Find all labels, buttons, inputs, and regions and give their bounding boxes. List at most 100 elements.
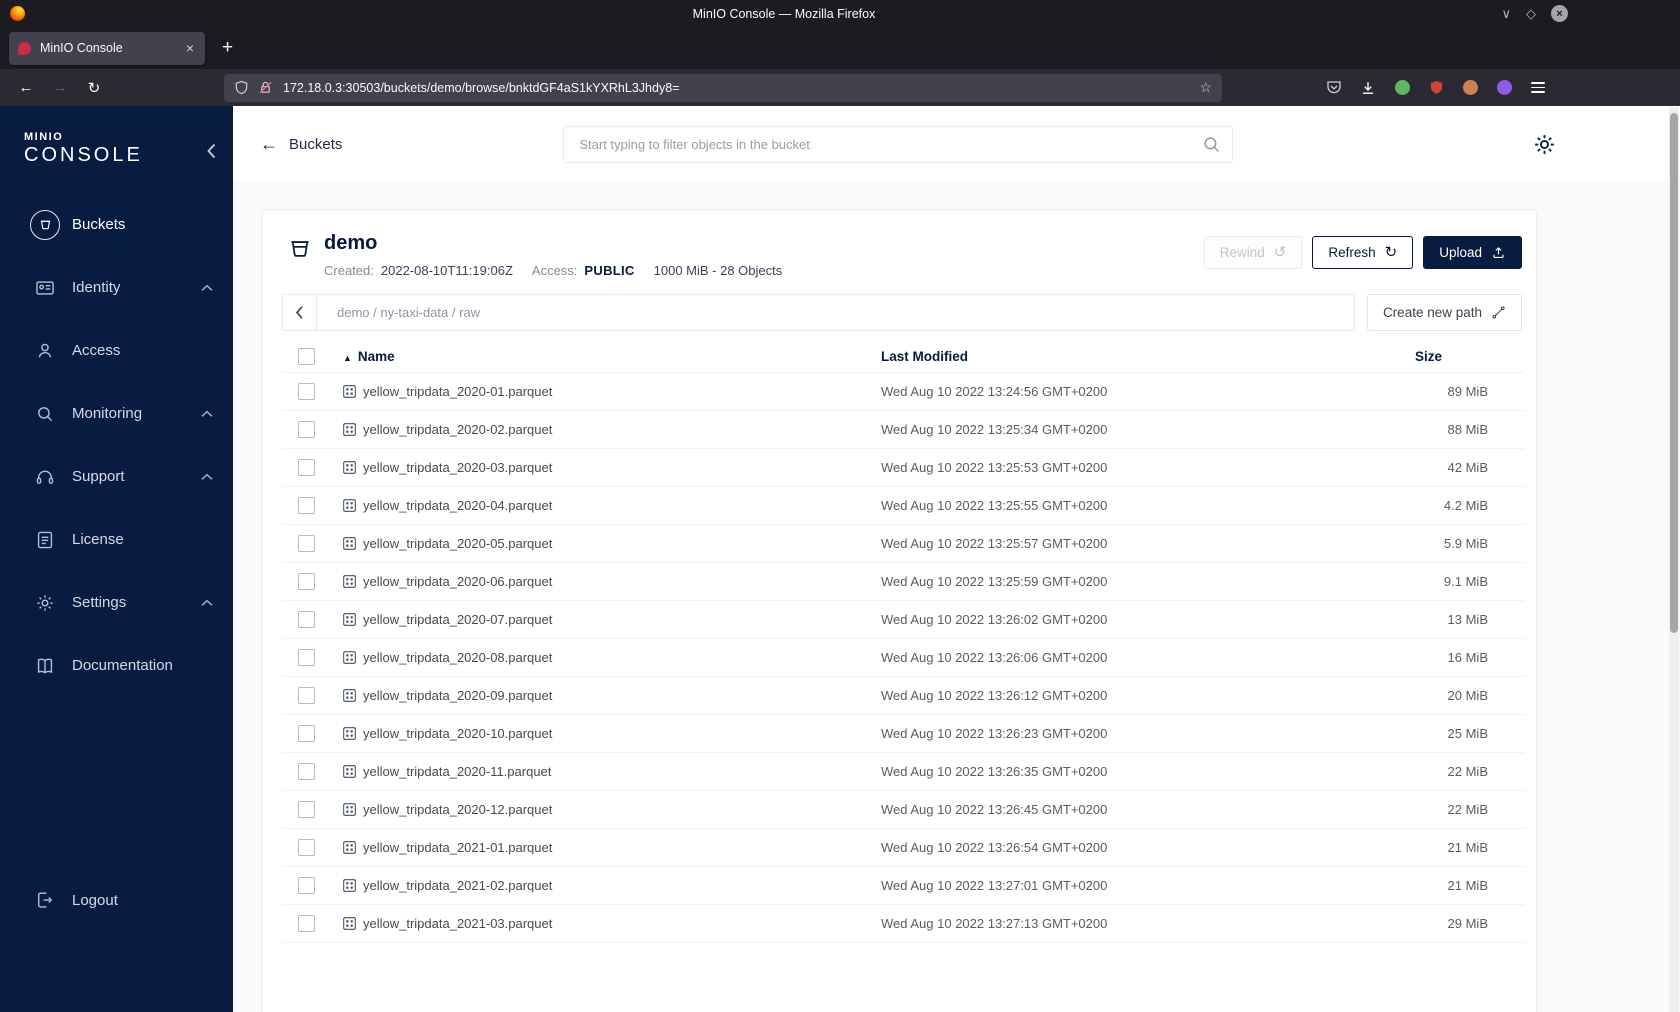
object-name[interactable]: yellow_tripdata_2020-12.parquet xyxy=(363,802,552,817)
object-size: 29 MiB xyxy=(1415,904,1524,943)
ublock-shield-icon[interactable] xyxy=(1424,76,1448,100)
object-name[interactable]: yellow_tripdata_2021-02.parquet xyxy=(363,878,552,893)
extension-purple-icon[interactable] xyxy=(1492,76,1516,100)
object-name[interactable]: yellow_tripdata_2020-07.parquet xyxy=(363,612,552,627)
row-checkbox[interactable] xyxy=(298,686,315,704)
table-row[interactable]: yellow_tripdata_2020-09.parquet Wed Aug … xyxy=(282,676,1524,715)
table-row[interactable]: yellow_tripdata_2020-10.parquet Wed Aug … xyxy=(282,714,1524,753)
rewind-button[interactable]: Rewind ↺ xyxy=(1203,236,1303,269)
browser-back-button[interactable]: ← xyxy=(12,75,40,101)
table-row[interactable]: yellow_tripdata_2020-01.parquet Wed Aug … xyxy=(282,372,1524,411)
download-icon[interactable] xyxy=(1356,76,1380,100)
row-checkbox[interactable] xyxy=(298,724,315,742)
sidebar-item-buckets[interactable]: Buckets xyxy=(0,193,233,256)
create-new-path-button[interactable]: Create new path xyxy=(1366,294,1522,331)
table-row[interactable]: yellow_tripdata_2020-07.parquet Wed Aug … xyxy=(282,600,1524,639)
rewind-label: Rewind xyxy=(1219,245,1265,260)
browser-settings-gear-icon[interactable] xyxy=(1532,132,1557,157)
object-name[interactable]: yellow_tripdata_2020-09.parquet xyxy=(363,688,552,703)
back-to-buckets[interactable]: ← Buckets xyxy=(260,135,342,153)
table-row[interactable]: yellow_tripdata_2020-02.parquet Wed Aug … xyxy=(282,410,1524,449)
row-checkbox[interactable] xyxy=(298,458,315,476)
window-maximize-button[interactable]: ◇ xyxy=(1526,6,1536,22)
logo-console-text: CONSOLE xyxy=(24,144,143,166)
object-name[interactable]: yellow_tripdata_2020-11.parquet xyxy=(363,764,551,779)
column-header-name[interactable]: ▲ Name xyxy=(327,342,872,373)
browser-tab-minio-console[interactable]: MinIO Console × xyxy=(9,31,205,65)
row-checkbox[interactable] xyxy=(298,800,315,818)
pocket-icon[interactable] xyxy=(1322,76,1346,100)
row-checkbox[interactable] xyxy=(298,382,315,400)
object-name[interactable]: yellow_tripdata_2021-01.parquet xyxy=(363,840,552,855)
menu-hamburger-icon[interactable] xyxy=(1526,76,1550,100)
sidebar-item-logout[interactable]: Logout xyxy=(30,884,213,916)
sidebar-item-support[interactable]: Support xyxy=(0,445,233,508)
table-row[interactable]: yellow_tripdata_2021-03.parquet Wed Aug … xyxy=(282,904,1524,943)
row-checkbox[interactable] xyxy=(298,914,315,932)
url-text[interactable]: 172.18.0.3:30503/buckets/demo/browse/bnk… xyxy=(283,81,1191,95)
breadcrumb[interactable]: demo / ny-taxi-data / raw xyxy=(317,305,480,320)
row-checkbox[interactable] xyxy=(298,762,315,780)
sidebar-item-identity[interactable]: Identity xyxy=(0,256,233,319)
table-row[interactable]: yellow_tripdata_2020-05.parquet Wed Aug … xyxy=(282,524,1524,563)
search-input[interactable] xyxy=(579,136,1204,152)
object-name[interactable]: yellow_tripdata_2020-04.parquet xyxy=(363,498,552,513)
browser-forward-button[interactable]: → xyxy=(46,75,74,101)
tab-close-icon[interactable]: × xyxy=(184,40,196,56)
table-row[interactable]: yellow_tripdata_2020-11.parquet Wed Aug … xyxy=(282,752,1524,791)
path-back-chevron-icon[interactable] xyxy=(283,295,317,330)
window-close-button[interactable]: × xyxy=(1551,5,1568,22)
row-checkbox[interactable] xyxy=(298,648,315,666)
window-minimize-button[interactable]: ∨ xyxy=(1501,6,1511,22)
column-header-size[interactable]: Size xyxy=(1415,342,1524,373)
column-header-last-modified[interactable]: Last Modified xyxy=(872,342,1415,373)
select-all-checkbox[interactable] xyxy=(298,348,315,366)
sidebar-collapse-icon[interactable] xyxy=(206,142,217,160)
bookmark-star-icon[interactable]: ☆ xyxy=(1199,79,1212,96)
object-name[interactable]: yellow_tripdata_2020-06.parquet xyxy=(363,574,552,589)
object-name[interactable]: yellow_tripdata_2020-01.parquet xyxy=(363,384,552,399)
refresh-button[interactable]: Refresh ↻ xyxy=(1312,236,1414,269)
object-filter-search[interactable] xyxy=(563,125,1234,163)
table-row[interactable]: yellow_tripdata_2021-01.parquet Wed Aug … xyxy=(282,828,1524,867)
row-checkbox[interactable] xyxy=(298,534,315,552)
browser-toolbar: ← → ↻ 172.18.0.3:30503/buckets/demo/brow… xyxy=(0,69,1680,106)
object-name[interactable]: yellow_tripdata_2020-10.parquet xyxy=(363,726,552,741)
page-scrollbar[interactable] xyxy=(1669,107,1679,1012)
table-row[interactable]: yellow_tripdata_2020-03.parquet Wed Aug … xyxy=(282,448,1524,487)
object-last-modified: Wed Aug 10 2022 13:26:23 GMT+0200 xyxy=(872,714,1415,753)
row-checkbox[interactable] xyxy=(298,838,315,856)
table-row[interactable]: yellow_tripdata_2020-06.parquet Wed Aug … xyxy=(282,562,1524,601)
object-name[interactable]: yellow_tripdata_2020-02.parquet xyxy=(363,422,552,437)
access-value[interactable]: PUBLIC xyxy=(584,263,634,278)
sidebar-item-settings[interactable]: Settings xyxy=(0,571,233,634)
sidebar-item-documentation[interactable]: Documentation xyxy=(0,634,233,697)
table-row[interactable]: yellow_tripdata_2020-04.parquet Wed Aug … xyxy=(282,486,1524,525)
row-checkbox[interactable] xyxy=(298,496,315,514)
table-row[interactable]: yellow_tripdata_2020-12.parquet Wed Aug … xyxy=(282,790,1524,829)
parquet-file-icon xyxy=(341,535,358,552)
row-checkbox[interactable] xyxy=(298,610,315,628)
sidebar-item-license[interactable]: License xyxy=(0,508,233,571)
row-checkbox[interactable] xyxy=(298,420,315,438)
sidebar-item-monitoring[interactable]: Monitoring xyxy=(0,382,233,445)
new-tab-button[interactable]: + xyxy=(222,37,233,59)
upload-button[interactable]: Upload xyxy=(1423,236,1522,269)
row-checkbox[interactable] xyxy=(298,876,315,894)
extension-green-icon[interactable] xyxy=(1390,76,1414,100)
object-name[interactable]: yellow_tripdata_2020-08.parquet xyxy=(363,650,552,665)
table-row[interactable]: yellow_tripdata_2021-02.parquet Wed Aug … xyxy=(282,866,1524,905)
url-bar[interactable]: 172.18.0.3:30503/buckets/demo/browse/bnk… xyxy=(224,73,1222,102)
object-last-modified: Wed Aug 10 2022 13:25:53 GMT+0200 xyxy=(872,448,1415,487)
sidebar-item-access[interactable]: Access xyxy=(0,319,233,382)
object-name[interactable]: yellow_tripdata_2021-03.parquet xyxy=(363,916,552,931)
browser-reload-button[interactable]: ↻ xyxy=(80,75,108,101)
insecure-lock-icon[interactable] xyxy=(258,80,273,95)
object-name[interactable]: yellow_tripdata_2020-05.parquet xyxy=(363,536,552,551)
shield-icon[interactable] xyxy=(234,80,249,95)
scrollbar-thumb[interactable] xyxy=(1670,113,1678,633)
table-row[interactable]: yellow_tripdata_2020-08.parquet Wed Aug … xyxy=(282,638,1524,677)
account-avatar-icon[interactable] xyxy=(1458,76,1482,100)
row-checkbox[interactable] xyxy=(298,572,315,590)
object-name[interactable]: yellow_tripdata_2020-03.parquet xyxy=(363,460,552,475)
